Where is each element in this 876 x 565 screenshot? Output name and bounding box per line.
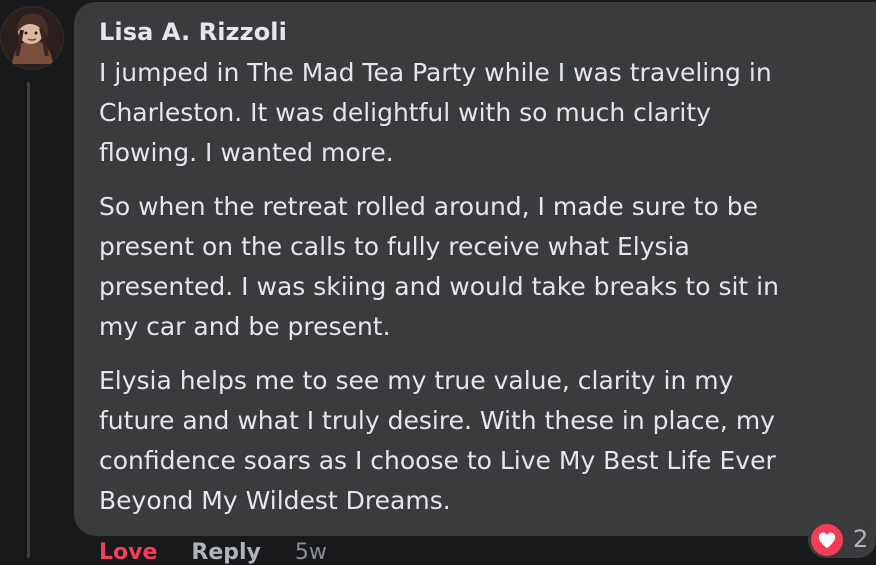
comment-timestamp[interactable]: 5w	[295, 540, 327, 565]
avatar[interactable]	[0, 6, 64, 70]
comment-paragraph-2: So when the retreat rolled around, I mad…	[99, 187, 859, 347]
comment-line: confidence soars as I choose to Live My …	[99, 446, 776, 475]
comment-line: Beyond My Wildest Dreams.	[99, 486, 451, 515]
comment-line: So when the retreat rolled around, I mad…	[99, 192, 758, 221]
comment-line: my car and be present.	[99, 312, 391, 341]
comment-actions: Love Reply 5w	[99, 540, 327, 565]
comment-paragraph-3: Elysia helps me to see my true value, cl…	[99, 361, 859, 521]
comment-line: Elysia helps me to see my true value, cl…	[99, 366, 734, 395]
thread-line	[27, 82, 30, 558]
comment-line: presented. I was skiing and would take b…	[99, 272, 779, 301]
comment-line: future and what I truly desire. With the…	[99, 406, 775, 435]
comment-line: Charleston. It was delightful with so mu…	[99, 98, 711, 127]
heart-icon	[811, 524, 843, 556]
comment-line: present on the calls to fully receive wh…	[99, 232, 690, 261]
love-reaction-button[interactable]: Love	[99, 540, 157, 565]
reply-button[interactable]: Reply	[191, 540, 261, 565]
comment-author[interactable]: Lisa A. Rizzoli	[99, 18, 287, 46]
reaction-count: 2	[853, 525, 869, 553]
avatar-portrait-icon	[1, 7, 63, 69]
heart-icon	[818, 532, 836, 549]
comment-line: I jumped in The Mad Tea Party while I wa…	[99, 58, 772, 87]
comment-line: flowing. I wanted more.	[99, 138, 394, 167]
comment-paragraph-1: I jumped in The Mad Tea Party while I wa…	[99, 53, 859, 173]
comment-body: I jumped in The Mad Tea Party while I wa…	[99, 53, 859, 535]
